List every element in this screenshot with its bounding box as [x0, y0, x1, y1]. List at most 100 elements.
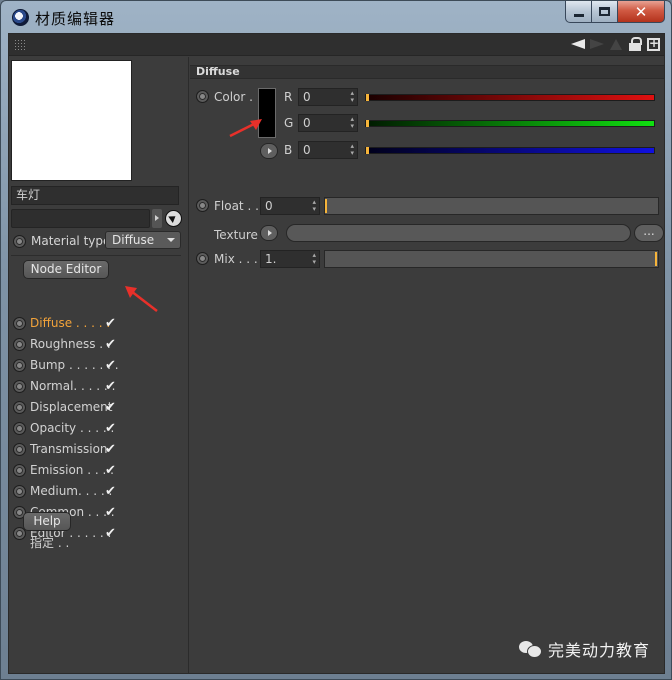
- channel-row[interactable]: Transmission ✔: [13, 441, 133, 458]
- float-label: Float . .: [214, 199, 259, 213]
- channel-row[interactable]: Normal. . . . . . ✔: [13, 378, 133, 395]
- g-value-input[interactable]: 0: [298, 114, 358, 132]
- channel-label[interactable]: Normal. . . . . .: [30, 378, 115, 395]
- channel-checkbox[interactable]: ✔: [105, 315, 116, 332]
- mix-slider-knob[interactable]: [655, 252, 657, 266]
- channel-row[interactable]: Bump . . . . . . . ✔: [13, 357, 133, 374]
- channel-radio[interactable]: [13, 359, 26, 372]
- channel-label[interactable]: Medium. . . . .: [30, 483, 112, 500]
- texture-label: Texture: [214, 228, 258, 242]
- annotation-arrow-color: [229, 119, 262, 138]
- channel-checkbox[interactable]: ✔: [105, 462, 116, 479]
- title-bar[interactable]: 材质编辑器 ✕: [1, 1, 671, 33]
- float-slider-knob[interactable]: [325, 199, 327, 213]
- channel-row[interactable]: Emission . . . . ✔: [13, 462, 133, 479]
- mix-label: Mix . . .: [214, 252, 258, 266]
- up-icon[interactable]: [609, 37, 623, 52]
- link-field[interactable]: [11, 209, 150, 228]
- b-slider[interactable]: [365, 147, 655, 154]
- b-label: B: [284, 143, 293, 157]
- channel-row[interactable]: Diffuse . . . . . ✔: [13, 315, 133, 332]
- texture-browse-button[interactable]: ...: [634, 224, 664, 242]
- r-slider[interactable]: [365, 94, 655, 101]
- texture-expand-button[interactable]: [260, 225, 278, 241]
- channel-radio[interactable]: [13, 443, 26, 456]
- material-type-radio[interactable]: [13, 235, 26, 248]
- wechat-icon: [519, 640, 542, 658]
- channel-label[interactable]: Diffuse . . . . .: [30, 315, 110, 332]
- minimize-button[interactable]: [565, 1, 592, 23]
- material-name-field[interactable]: 车灯: [11, 186, 179, 205]
- mix-value-input[interactable]: 1.: [260, 250, 320, 268]
- g-slider[interactable]: [365, 120, 655, 127]
- channel-checkbox[interactable]: ✔: [105, 336, 116, 353]
- watermark-text: 完美动力教育: [548, 641, 651, 660]
- material-editor-client: 车灯 Material type Diffuse Node Editor Dif…: [8, 33, 665, 674]
- right-panel: Diffuse Color . R 0 G 0 B 0 Float . . 0 …: [190, 57, 664, 673]
- float-slider[interactable]: [324, 197, 659, 215]
- material-preview[interactable]: [11, 60, 132, 181]
- mix-slider[interactable]: [324, 250, 659, 268]
- g-label: G: [284, 116, 294, 130]
- r-value-input[interactable]: 0: [298, 88, 358, 106]
- annotation-arrow-diffuse: [125, 286, 158, 312]
- window-title: 材质编辑器: [35, 10, 116, 28]
- channel-radio[interactable]: [13, 380, 26, 393]
- new-window-icon[interactable]: [647, 36, 660, 51]
- channel-checkbox[interactable]: ✔: [105, 399, 116, 416]
- texture-slot[interactable]: [286, 224, 631, 242]
- channel-checkbox[interactable]: ✔: [105, 441, 116, 458]
- material-type-label: Material type: [31, 234, 111, 248]
- lock-icon[interactable]: [628, 37, 642, 52]
- channel-radio[interactable]: [13, 338, 26, 351]
- color-expand-button[interactable]: [260, 143, 278, 159]
- window-frame: 材质编辑器 ✕ 车灯 Material type: [0, 0, 672, 680]
- color-radio[interactable]: [196, 90, 209, 103]
- channel-radio[interactable]: [13, 317, 26, 330]
- channel-radio[interactable]: [13, 401, 26, 414]
- pick-cursor-icon[interactable]: [165, 210, 182, 227]
- channel-checkbox[interactable]: ✔: [105, 504, 116, 521]
- channel-label[interactable]: Roughness . .: [30, 336, 111, 353]
- arrow-right-icon[interactable]: [590, 37, 604, 52]
- channel-label[interactable]: Opacity . . . . .: [30, 420, 114, 437]
- help-button[interactable]: Help: [23, 512, 71, 531]
- cinema4d-logo-icon: [12, 9, 29, 26]
- channel-label[interactable]: Displacement: [30, 399, 113, 416]
- channel-checkbox[interactable]: ✔: [105, 357, 116, 374]
- r-slider-knob[interactable]: [366, 94, 369, 101]
- grip-handle-icon[interactable]: [14, 39, 26, 51]
- channel-checkbox[interactable]: ✔: [105, 525, 116, 542]
- g-slider-knob[interactable]: [366, 120, 369, 127]
- section-header-diffuse: Diffuse: [190, 65, 664, 79]
- toolbar: [9, 34, 664, 56]
- channel-row[interactable]: Opacity . . . . . ✔: [13, 420, 133, 437]
- b-value-input[interactable]: 0: [298, 141, 358, 159]
- left-panel: 车灯 Material type Diffuse Node Editor Dif…: [9, 57, 189, 673]
- b-slider-knob[interactable]: [366, 147, 369, 154]
- maximize-button[interactable]: [592, 1, 618, 23]
- channel-radio[interactable]: [13, 422, 26, 435]
- r-label: R: [284, 90, 293, 104]
- assign-label: 指定 . .: [30, 536, 70, 550]
- mix-radio[interactable]: [196, 252, 209, 265]
- channel-radio[interactable]: [13, 485, 26, 498]
- color-label: Color .: [214, 90, 253, 104]
- channel-row[interactable]: Roughness . . ✔: [13, 336, 133, 353]
- channel-row[interactable]: Medium. . . . . ✔: [13, 483, 133, 500]
- channel-label[interactable]: Transmission: [30, 441, 108, 458]
- divider: [11, 255, 181, 256]
- node-editor-button[interactable]: Node Editor: [23, 260, 109, 279]
- link-arrow-button[interactable]: [152, 209, 162, 228]
- channel-checkbox[interactable]: ✔: [105, 420, 116, 437]
- material-type-select[interactable]: Diffuse: [105, 231, 181, 249]
- channel-radio[interactable]: [13, 464, 26, 477]
- arrow-left-icon[interactable]: [571, 37, 585, 52]
- float-value-input[interactable]: 0: [260, 197, 320, 215]
- channel-label[interactable]: Emission . . . .: [30, 462, 114, 479]
- channel-checkbox[interactable]: ✔: [105, 378, 116, 395]
- float-radio[interactable]: [196, 199, 209, 212]
- channel-checkbox[interactable]: ✔: [105, 483, 116, 500]
- close-button[interactable]: ✕: [618, 1, 665, 23]
- channel-row[interactable]: Displacement ✔: [13, 399, 133, 416]
